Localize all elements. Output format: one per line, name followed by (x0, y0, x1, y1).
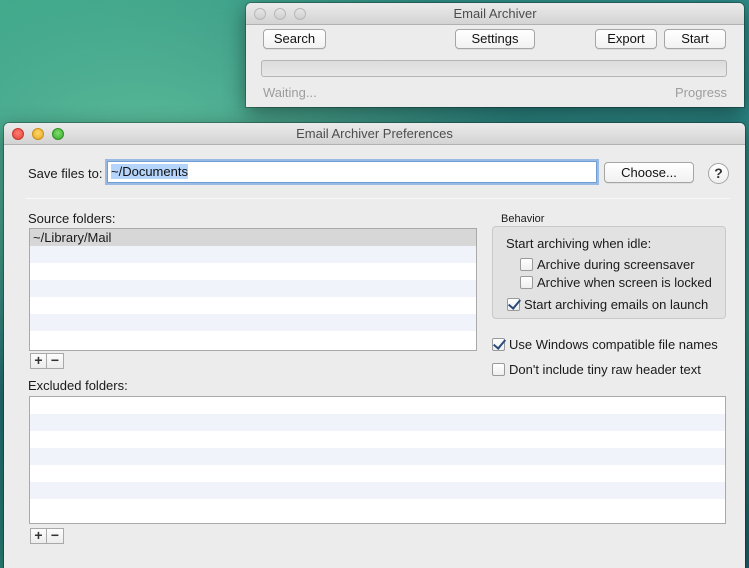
screensaver-checkbox-label: Archive during screensaver (537, 257, 695, 272)
choose-button[interactable]: Choose... (604, 162, 694, 183)
windows-file-names-checkbox-box[interactable] (492, 338, 505, 351)
archive-on-launch-checkbox-box[interactable] (507, 298, 520, 311)
archive-on-launch-checkbox-label: Start archiving emails on launch (524, 297, 709, 312)
empty-row[interactable] (30, 314, 476, 331)
excluded-folders-list[interactable] (29, 396, 726, 524)
prefs-window-title: Email Archiver Preferences (296, 126, 453, 141)
progress-bar (261, 60, 727, 77)
behavior-group: Start archiving when idle: Archive durin… (492, 226, 726, 319)
zoom-window-icon[interactable] (294, 8, 306, 20)
empty-row[interactable] (30, 448, 725, 465)
tiny-header-checkbox-label: Don't include tiny raw header text (509, 362, 701, 377)
window-controls (12, 128, 64, 140)
empty-row[interactable] (30, 414, 725, 431)
empty-row[interactable] (30, 499, 725, 516)
preferences-window: Email Archiver Preferences Save files to… (4, 123, 745, 568)
prefs-titlebar[interactable]: Email Archiver Preferences (4, 123, 745, 145)
save-path-value: ~/Documents (111, 164, 188, 179)
save-files-label: Save files to: (28, 166, 103, 181)
empty-row[interactable] (30, 397, 725, 414)
screensaver-checkbox[interactable]: Archive during screensaver (520, 257, 695, 272)
settings-button[interactable]: Settings (455, 29, 535, 49)
windows-file-names-checkbox-label: Use Windows compatible file names (509, 337, 718, 352)
zoom-window-icon[interactable] (52, 128, 64, 140)
search-button[interactable]: Search (263, 29, 326, 49)
close-window-icon[interactable] (12, 128, 24, 140)
empty-row[interactable] (30, 280, 476, 297)
progress-label: Progress (674, 85, 727, 100)
empty-row[interactable] (30, 331, 476, 348)
screen-locked-checkbox-box[interactable] (520, 276, 533, 289)
screen-locked-checkbox[interactable]: Archive when screen is locked (520, 275, 712, 290)
start-button[interactable]: Start (664, 29, 726, 49)
save-path-field[interactable]: ~/Documents (107, 161, 597, 183)
idle-label: Start archiving when idle: (506, 236, 652, 251)
remove-excluded-folder-button[interactable]: − (47, 528, 64, 544)
folder-row[interactable]: ~/Library/Mail (30, 229, 476, 246)
main-titlebar[interactable]: Email Archiver (246, 3, 744, 25)
help-button[interactable]: ? (708, 163, 729, 184)
windows-file-names-checkbox[interactable]: Use Windows compatible file names (492, 337, 718, 352)
archive-on-launch-checkbox[interactable]: Start archiving emails on launch (507, 297, 708, 312)
screen-locked-checkbox-label: Archive when screen is locked (537, 275, 712, 290)
separator (26, 198, 730, 199)
empty-row[interactable] (30, 431, 725, 448)
add-source-folder-button[interactable]: + (30, 353, 47, 369)
empty-row[interactable] (30, 297, 476, 314)
remove-source-folder-button[interactable]: − (47, 353, 64, 369)
empty-row[interactable] (30, 246, 476, 263)
tiny-header-checkbox[interactable]: Don't include tiny raw header text (492, 362, 701, 377)
empty-row[interactable] (30, 263, 476, 280)
source-folders-controls: + − (30, 353, 64, 369)
excluded-folders-label: Excluded folders: (28, 378, 128, 393)
status-text: Waiting... (263, 85, 317, 100)
source-folders-label: Source folders: (28, 211, 116, 226)
source-folders-list[interactable]: ~/Library/Mail (29, 228, 477, 351)
excluded-folders-controls: + − (30, 528, 64, 544)
empty-row[interactable] (30, 465, 725, 482)
main-window-title: Email Archiver (453, 6, 537, 21)
tiny-header-checkbox-box[interactable] (492, 363, 505, 376)
minimize-window-icon[interactable] (274, 8, 286, 20)
close-window-icon[interactable] (254, 8, 266, 20)
screensaver-checkbox-box[interactable] (520, 258, 533, 271)
email-archiver-window: Email Archiver Search Settings Export St… (246, 3, 744, 107)
minimize-window-icon[interactable] (32, 128, 44, 140)
add-excluded-folder-button[interactable]: + (30, 528, 47, 544)
window-controls (254, 8, 306, 20)
empty-row[interactable] (30, 482, 725, 499)
behavior-title: Behavior (501, 213, 545, 225)
export-button[interactable]: Export (595, 29, 657, 49)
